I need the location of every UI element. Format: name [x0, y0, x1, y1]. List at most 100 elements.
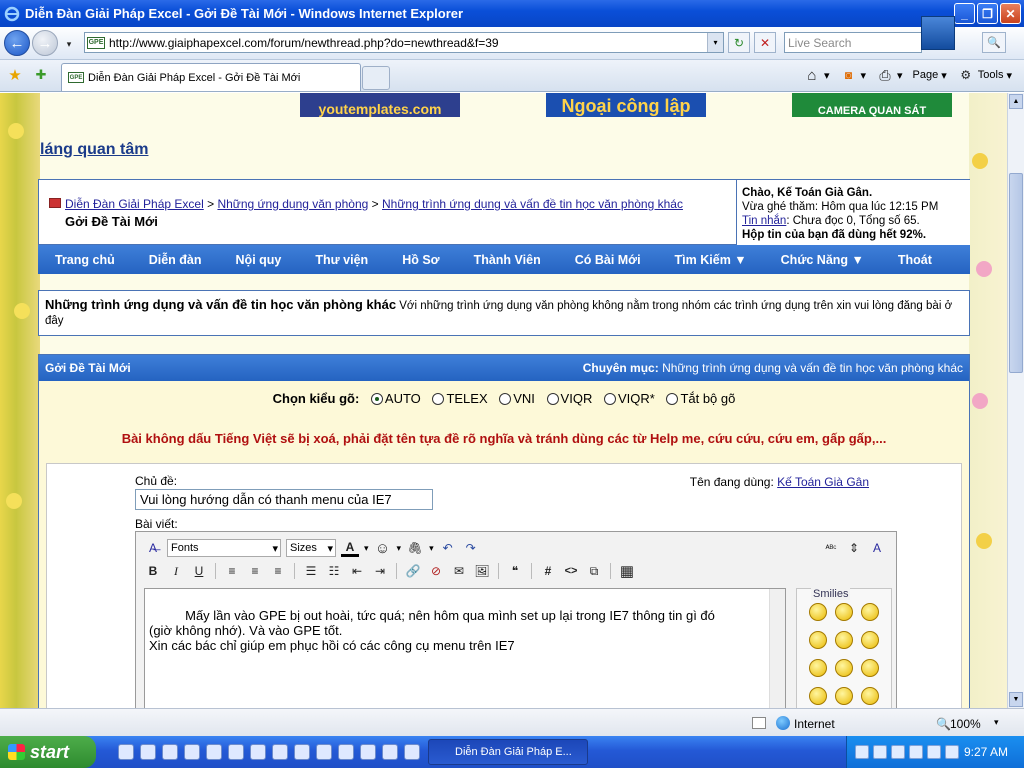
quick-launch-icon[interactable]: [206, 744, 222, 760]
new-tab-button[interactable]: [362, 66, 390, 90]
smiley-icon[interactable]: [809, 631, 827, 649]
html-icon[interactable]: ⧉: [585, 562, 603, 580]
feeds-dropdown-icon[interactable]: ▾: [860, 69, 866, 82]
hash-icon[interactable]: #: [539, 562, 557, 580]
maximize-button[interactable]: ❐: [977, 3, 998, 24]
zoom-level[interactable]: 100%: [950, 717, 981, 731]
subject-input[interactable]: Vui lòng hướng dẫn có thanh menu của IE7: [135, 489, 433, 510]
typing-radio-off[interactable]: [666, 393, 679, 405]
search-button[interactable]: 🔍: [982, 32, 1006, 53]
typing-radio-viqr-star[interactable]: [603, 393, 616, 405]
textarea-scrollbar[interactable]: [769, 589, 785, 708]
address-input[interactable]: GPE http://www.giaiphapexcel.com/forum/n…: [84, 32, 724, 53]
ad-banner-school[interactable]: Ngoại công lập: [546, 93, 706, 117]
nav-forum[interactable]: Diễn đàn: [132, 253, 219, 267]
tools-menu-button[interactable]: ⚙ Tools ▾: [957, 66, 1012, 84]
heading-link[interactable]: láng quan tâm: [40, 141, 148, 159]
smiley-icon[interactable]: [809, 687, 827, 705]
italic-icon[interactable]: I: [167, 562, 185, 580]
tray-icon[interactable]: [927, 745, 941, 759]
taskbar-ie-window[interactable]: Diễn Đàn Giải Pháp E...: [428, 739, 588, 765]
underline-icon[interactable]: U: [190, 562, 208, 580]
forum-home-icon[interactable]: [49, 198, 61, 208]
attach-icon[interactable]: 🖇: [406, 539, 424, 557]
page-scrollbar[interactable]: ▲ ▼: [1007, 93, 1024, 708]
smiley-icon[interactable]: [861, 687, 879, 705]
code-icon[interactable]: <>: [562, 562, 580, 580]
undo-icon[interactable]: ↶: [439, 539, 457, 557]
redo-icon[interactable]: ↷: [462, 539, 480, 557]
smiley-icon[interactable]: [809, 603, 827, 621]
home-button[interactable]: ⌂ ▾: [803, 66, 830, 84]
chevron-down-icon[interactable]: ▾: [364, 543, 369, 554]
ad-banner-templates[interactable]: youtemplates.com: [300, 93, 460, 117]
breadcrumb-home[interactable]: Diễn Đàn Giải Pháp Excel: [65, 197, 204, 211]
ad-banner-camera[interactable]: CAMERA QUAN SÁT: [792, 93, 952, 117]
smiley-icon[interactable]: [861, 603, 879, 621]
tray-icon[interactable]: [855, 745, 869, 759]
font-color-icon[interactable]: A: [341, 539, 359, 557]
smiley-icon[interactable]: [835, 631, 853, 649]
print-button[interactable]: ⎙ ▾: [876, 66, 902, 84]
link-icon[interactable]: 🔗: [404, 562, 422, 580]
quick-launch-icon[interactable]: [316, 744, 332, 760]
quick-launch-icon[interactable]: [140, 744, 156, 760]
nav-new-posts[interactable]: Có Bài Mới: [558, 253, 658, 267]
feeds-button[interactable]: ◙ ▾: [839, 66, 866, 84]
spell-check-icon[interactable]: ᴬᴮᶜ: [822, 539, 840, 557]
typing-radio-auto[interactable]: [370, 393, 383, 405]
quick-launch-icon[interactable]: [250, 744, 266, 760]
scroll-up-icon[interactable]: ▲: [1009, 94, 1023, 109]
favorites-star-icon[interactable]: ★: [6, 66, 24, 84]
home-dropdown-icon[interactable]: ▾: [824, 69, 830, 82]
align-center-icon[interactable]: ≡: [246, 562, 264, 580]
quick-launch-icon[interactable]: [404, 744, 420, 760]
chevron-down-icon[interactable]: ▾: [397, 543, 402, 554]
quick-launch-icon[interactable]: [360, 744, 376, 760]
tray-icon[interactable]: [945, 745, 959, 759]
smiley-icon[interactable]: [809, 659, 827, 677]
scroll-down-icon[interactable]: ▼: [1009, 692, 1023, 707]
quick-launch-icon[interactable]: [162, 744, 178, 760]
tray-icon[interactable]: [891, 745, 905, 759]
nav-logout[interactable]: Thoát: [881, 253, 949, 267]
quote-icon[interactable]: ❝: [506, 562, 524, 580]
font-size-icon[interactable]: A: [868, 539, 886, 557]
smiley-icon[interactable]: [861, 659, 879, 677]
smiley-icon[interactable]: [835, 687, 853, 705]
nav-rules[interactable]: Nội quy: [219, 253, 299, 267]
page-menu-button[interactable]: Page ▾: [913, 69, 947, 82]
search-input[interactable]: Live Search: [784, 32, 922, 53]
email-icon[interactable]: ✉: [450, 562, 468, 580]
refresh-button[interactable]: ↻: [728, 32, 750, 53]
align-right-icon[interactable]: ≡: [269, 562, 287, 580]
remove-format-icon[interactable]: A̶: [144, 539, 162, 557]
typing-radio-vni[interactable]: [499, 393, 512, 405]
font-select[interactable]: Fonts ▾: [167, 539, 281, 557]
tray-icon[interactable]: [909, 745, 923, 759]
image-icon[interactable]: 🖼: [473, 562, 491, 580]
quick-launch-icon[interactable]: [118, 744, 134, 760]
table-icon[interactable]: ▦: [618, 562, 636, 580]
nav-members[interactable]: Thành Viên: [457, 253, 558, 267]
ordered-list-icon[interactable]: ☰: [302, 562, 320, 580]
tab-active[interactable]: GPE Diễn Đàn Giải Pháp Excel - Gởi Đề Tà…: [61, 63, 361, 91]
zoom-dropdown-icon[interactable]: ▾: [994, 717, 999, 728]
breadcrumb-level2[interactable]: Những trình ứng dụng và vấn đề tin học v…: [382, 197, 683, 211]
quick-launch-icon[interactable]: [184, 744, 200, 760]
size-select[interactable]: Sizes ▾: [286, 539, 336, 557]
chevron-down-icon[interactable]: ▾: [429, 543, 434, 554]
typing-radio-telex[interactable]: [432, 393, 445, 405]
indent-icon[interactable]: ⇥: [371, 562, 389, 580]
typing-radio-viqr[interactable]: [546, 393, 559, 405]
quick-launch-icon[interactable]: [294, 744, 310, 760]
align-left-icon[interactable]: ≡: [223, 562, 241, 580]
smiley-icon[interactable]: ☺: [374, 539, 392, 557]
nav-library[interactable]: Thư viện: [298, 253, 385, 267]
nav-profile[interactable]: Hồ Sơ: [385, 253, 456, 267]
quick-launch-icon[interactable]: [382, 744, 398, 760]
unlink-icon[interactable]: ⊘: [427, 562, 445, 580]
quick-launch-icon[interactable]: [228, 744, 244, 760]
smiley-icon[interactable]: [861, 631, 879, 649]
username-link[interactable]: Kế Toán Già Gân: [777, 475, 869, 489]
